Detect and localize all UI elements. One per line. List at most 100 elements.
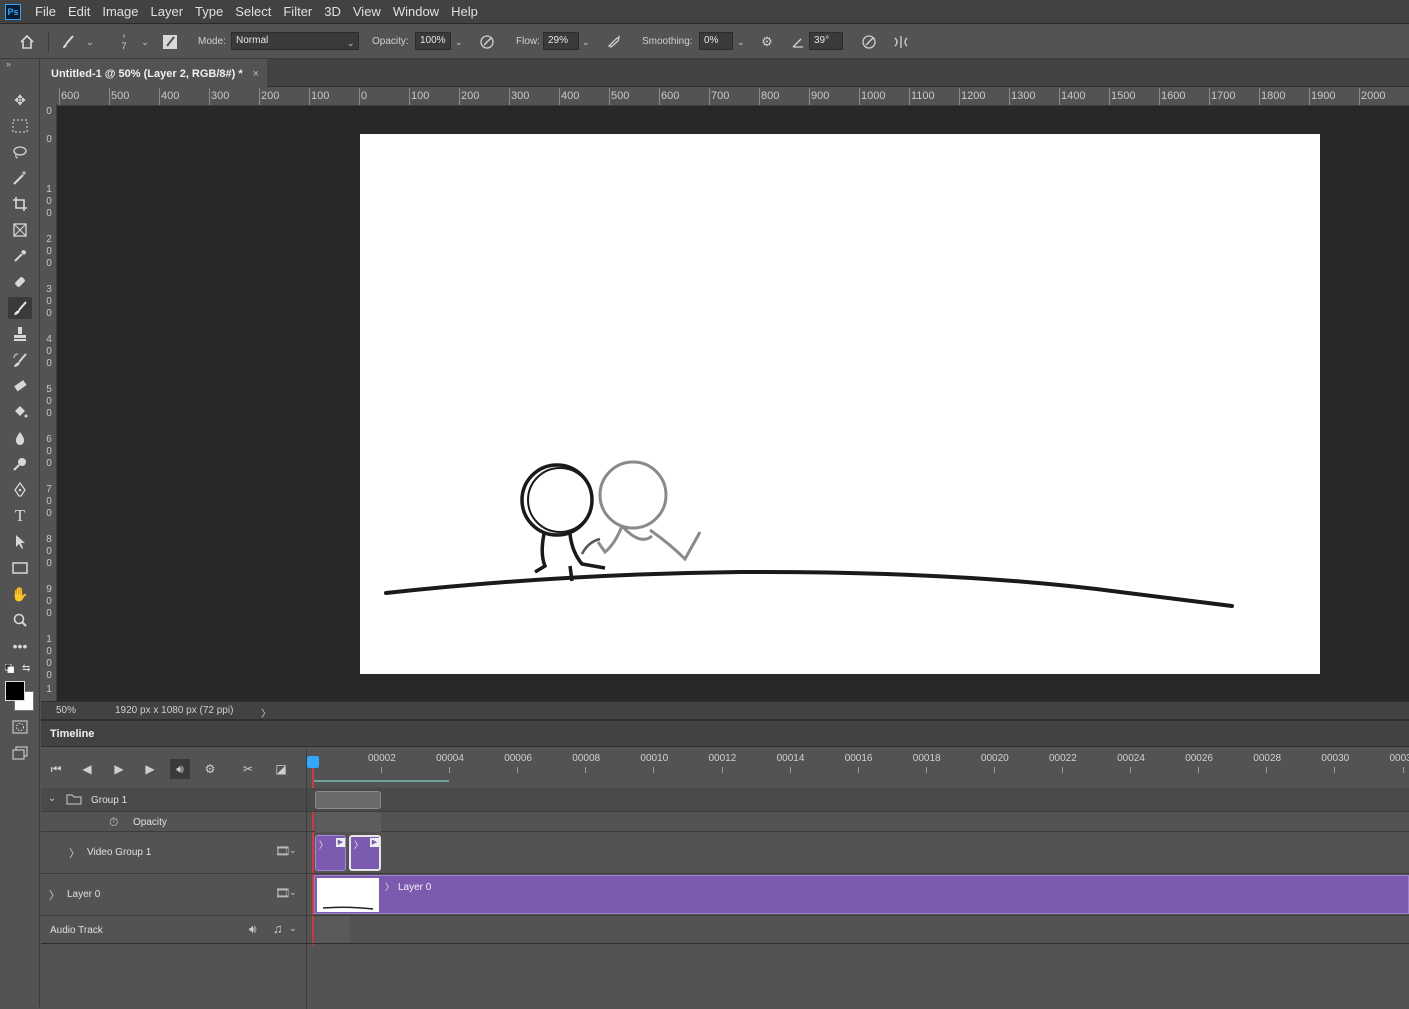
- lasso-tool-icon[interactable]: [8, 141, 32, 163]
- chevron-down-icon[interactable]: ⌄: [289, 887, 297, 898]
- history-brush-tool-icon[interactable]: [8, 349, 32, 371]
- speaker-icon[interactable]: 🔊︎: [249, 922, 257, 937]
- document-tab[interactable]: Untitled-1 @ 50% (Layer 2, RGB/8#) * ×: [41, 59, 267, 87]
- rectangle-tool-icon[interactable]: [8, 557, 32, 579]
- chevron-down-icon[interactable]: ⌄: [455, 37, 463, 48]
- paint-bucket-tool-icon[interactable]: [8, 401, 32, 423]
- chevron-down-icon[interactable]: ⌄: [737, 37, 745, 48]
- track-video-group-1[interactable]: 〉 Video Group 1 🎞︎ ⌄ 〉 ▶ 〉 ▶: [41, 832, 1409, 874]
- dodge-tool-icon[interactable]: [8, 453, 32, 475]
- next-frame-icon[interactable]: ▶︎: [140, 759, 160, 779]
- magic-wand-tool-icon[interactable]: [8, 167, 32, 189]
- opacity-property-label: Opacity: [133, 817, 167, 828]
- chevron-down-icon[interactable]: ⌄: [289, 845, 297, 856]
- brush-tool-icon[interactable]: [8, 297, 32, 319]
- healing-brush-tool-icon[interactable]: [8, 271, 32, 293]
- audio-lane[interactable]: [315, 916, 350, 943]
- symmetry-icon[interactable]: [891, 32, 911, 52]
- chevron-right-icon[interactable]: 〉: [385, 880, 394, 893]
- flow-field[interactable]: 29%: [543, 32, 579, 50]
- chevron-right-icon[interactable]: 〉: [354, 838, 363, 851]
- swap-colors-icon[interactable]: ⇆: [22, 663, 30, 674]
- type-tool-icon[interactable]: T: [8, 505, 32, 527]
- group-clip[interactable]: [315, 791, 381, 809]
- pressure-size-icon[interactable]: [859, 32, 879, 52]
- track-audio[interactable]: Audio Track 🔊︎ ♫ ⌄: [41, 916, 1409, 944]
- track-group-1[interactable]: ⌄ Group 1: [41, 788, 1409, 812]
- smoothing-field[interactable]: 0%: [699, 32, 733, 50]
- zoom-level[interactable]: 50%: [56, 705, 76, 716]
- crop-tool-icon[interactable]: [8, 193, 32, 215]
- chevron-down-icon[interactable]: ⌄: [48, 793, 56, 804]
- zoom-tool-icon[interactable]: [8, 609, 32, 631]
- chevron-right-icon[interactable]: 〉: [49, 887, 60, 903]
- playhead-handle[interactable]: [307, 756, 319, 768]
- brush-settings-panel-icon[interactable]: [160, 32, 180, 52]
- home-icon[interactable]: [17, 32, 37, 52]
- menu-edit[interactable]: Edit: [62, 0, 96, 24]
- gear-icon[interactable]: ⚙: [757, 32, 777, 52]
- menu-filter[interactable]: Filter: [277, 0, 318, 24]
- close-icon[interactable]: ×: [253, 68, 259, 80]
- angle-field[interactable]: 39°: [809, 32, 843, 50]
- play-icon[interactable]: ▶: [109, 759, 129, 779]
- blur-tool-icon[interactable]: [8, 427, 32, 449]
- quick-mask-icon[interactable]: [8, 716, 32, 738]
- opacity-field[interactable]: 100%: [415, 32, 451, 50]
- menu-help[interactable]: Help: [445, 0, 484, 24]
- film-strip-icon[interactable]: 🎞︎: [275, 844, 290, 858]
- menu-window[interactable]: Window: [387, 0, 445, 24]
- track-layer-0[interactable]: 〉 Layer 0 🎞︎ ⌄ 〉 Layer 0: [41, 874, 1409, 916]
- hand-tool-icon[interactable]: ✋: [8, 583, 32, 605]
- marquee-tool-icon[interactable]: [8, 115, 32, 137]
- chevron-down-icon[interactable]: ⌄: [289, 923, 297, 934]
- chevron-right-icon[interactable]: 〉: [319, 838, 328, 851]
- menu-select[interactable]: Select: [229, 0, 277, 24]
- video-clip-1[interactable]: 〉 ▶: [315, 835, 346, 871]
- opacity-keyframe-lane[interactable]: [315, 812, 381, 832]
- move-tool-icon[interactable]: ✥: [8, 89, 32, 111]
- split-scissors-icon[interactable]: ✂: [238, 759, 258, 779]
- first-frame-icon[interactable]: ⏮: [46, 759, 66, 779]
- work-area-bar[interactable]: [313, 780, 449, 782]
- mute-audio-icon[interactable]: 🔊︎: [170, 759, 190, 779]
- default-colors-icon[interactable]: [5, 664, 13, 672]
- timeline-title[interactable]: Timeline: [50, 728, 94, 740]
- screen-mode-icon[interactable]: [8, 742, 32, 764]
- more-tools-icon[interactable]: •••: [8, 635, 32, 657]
- gear-icon[interactable]: ⚙: [200, 759, 220, 779]
- menu-type[interactable]: Type: [189, 0, 229, 24]
- chevron-right-icon[interactable]: 〉: [69, 845, 80, 861]
- brush-size-indicator[interactable]: ⁹7: [114, 32, 134, 52]
- expand-panel-icon[interactable]: »: [6, 59, 11, 69]
- pressure-opacity-icon[interactable]: [477, 32, 497, 52]
- foreground-color-swatch[interactable]: [5, 681, 25, 701]
- document-canvas[interactable]: [360, 134, 1320, 674]
- brush-preset-icon[interactable]: [58, 32, 78, 52]
- mode-select[interactable]: Normal: [231, 32, 359, 50]
- film-strip-icon[interactable]: 🎞︎: [275, 886, 290, 900]
- stopwatch-icon[interactable]: ⏱︎: [109, 815, 118, 830]
- menu-image[interactable]: Image: [96, 0, 144, 24]
- music-note-icon[interactable]: ♫: [273, 921, 283, 936]
- eyedropper-tool-icon[interactable]: [8, 245, 32, 267]
- clone-stamp-tool-icon[interactable]: [8, 323, 32, 345]
- chevron-down-icon[interactable]: ⌄: [135, 32, 155, 52]
- layer-0-clip[interactable]: 〉 Layer 0: [314, 875, 1409, 914]
- menu-view[interactable]: View: [347, 0, 387, 24]
- previous-frame-icon[interactable]: ◀︎: [77, 759, 97, 779]
- status-menu-arrow-icon[interactable]: 〉: [261, 705, 271, 720]
- pen-tool-icon[interactable]: [8, 479, 32, 501]
- eraser-tool-icon[interactable]: [8, 375, 32, 397]
- path-selection-tool-icon[interactable]: [8, 531, 32, 553]
- video-clip-2[interactable]: 〉 ▶: [349, 835, 381, 871]
- chevron-down-icon[interactable]: ⌄: [582, 37, 590, 48]
- chevron-down-icon[interactable]: ⌄: [80, 32, 100, 52]
- track-opacity[interactable]: ⏱︎ Opacity: [41, 812, 1409, 832]
- menu-file[interactable]: File: [29, 0, 62, 24]
- menu-3d[interactable]: 3D: [318, 0, 347, 24]
- transition-icon[interactable]: ◪: [271, 759, 291, 779]
- airbrush-icon[interactable]: [604, 32, 624, 52]
- menu-layer[interactable]: Layer: [145, 0, 190, 24]
- frame-tool-icon[interactable]: [8, 219, 32, 241]
